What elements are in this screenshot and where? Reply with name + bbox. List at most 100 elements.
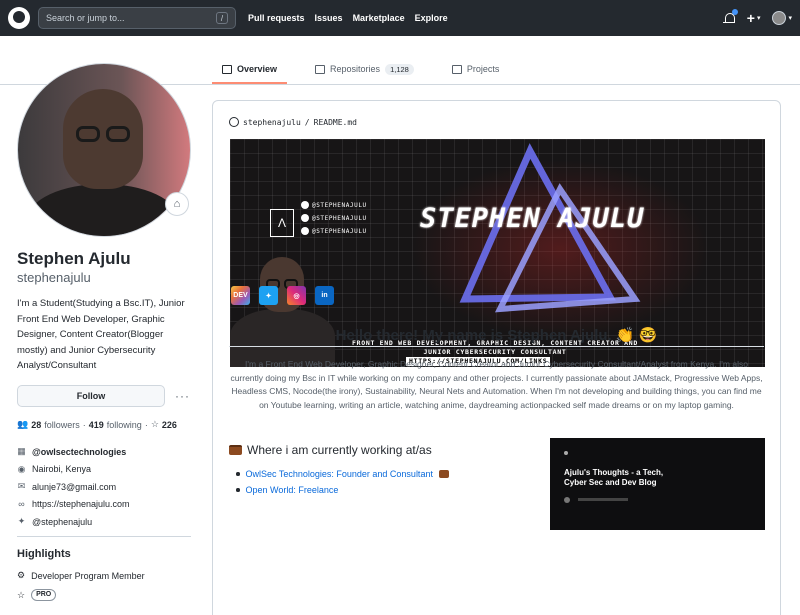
avatar-face-shape	[63, 89, 143, 189]
nav-pull-requests[interactable]: Pull requests	[248, 13, 305, 23]
tab-overview[interactable]: Overview	[212, 54, 288, 84]
notification-dot	[731, 8, 738, 15]
notifications-bell-icon[interactable]	[722, 8, 738, 25]
blog-author-avatar	[564, 497, 570, 503]
nav-issues[interactable]: Issues	[315, 13, 343, 23]
repo-icon	[315, 64, 326, 74]
tab-projects-label: Projects	[466, 64, 500, 74]
star-icon: ☆	[150, 419, 159, 429]
left-divider	[17, 536, 191, 537]
pro-badge: PRO	[31, 589, 57, 601]
search-placeholder: Search or jump to...	[46, 13, 125, 23]
banner-logo-icon: Λ	[270, 209, 294, 237]
instagram-icon	[301, 227, 309, 235]
blog-card-image[interactable]: Ajulu's Thoughts - a Tech, Cyber Sec and…	[550, 438, 765, 530]
work-item-owlsec[interactable]: OwlSec Technologies: Founder and Consult…	[246, 469, 433, 479]
mail-icon: ✉	[17, 481, 26, 492]
twitter-bird-icon: ✦	[17, 516, 26, 527]
facebook-icon	[301, 201, 309, 209]
path-separator: /	[304, 117, 310, 127]
bullet	[236, 488, 240, 492]
profile-email[interactable]: alunje73@gmail.com	[32, 482, 116, 492]
more-options-icon[interactable]: ···	[175, 389, 190, 403]
stars-count[interactable]: 226	[162, 420, 177, 430]
greeting-divider	[229, 346, 764, 347]
following-count[interactable]: 419	[89, 420, 104, 430]
highlight-pro: ☆ PRO	[17, 589, 57, 601]
project-icon	[451, 64, 462, 74]
readme-intro-paragraph: I'm a Front End Web Developer, Graphic D…	[230, 359, 763, 410]
highlights-heading: Highlights	[17, 548, 71, 560]
location-pin-icon: ◉	[17, 463, 26, 474]
readme-greeting: Hello there! My name is Stephen Ajulu. 👏…	[335, 327, 658, 344]
search-input[interactable]: Search or jump to... /	[38, 7, 236, 29]
twitter-icon	[301, 214, 309, 222]
nav-explore[interactable]: Explore	[415, 13, 448, 23]
create-new-button[interactable]: + ▾	[747, 10, 761, 26]
profile-avatar[interactable]	[17, 63, 191, 237]
chevron-down-icon: ▾	[756, 15, 761, 22]
work-heading: Where i am currently working at/as	[229, 443, 432, 457]
user-menu-button[interactable]: ▾	[772, 11, 792, 25]
work-heading-text: Where i am currently working at/as	[247, 443, 432, 457]
star-outline-icon: ☆	[17, 589, 26, 600]
blog-brand	[564, 451, 568, 455]
tab-repositories[interactable]: Repositories 1,128	[305, 54, 424, 84]
instagram-icon[interactable]: ◎	[287, 286, 306, 305]
profile-twitter[interactable]: @stephenajulu	[32, 517, 92, 527]
readme-path-file[interactable]: README.md	[314, 118, 357, 127]
tab-projects[interactable]: Projects	[442, 54, 510, 84]
bullet	[236, 472, 240, 476]
people-icon: 👥	[17, 419, 29, 429]
profile-org[interactable]: @owlsectechnologies	[32, 447, 126, 457]
link-icon: ∞	[18, 499, 25, 510]
organization-icon: ▦	[17, 446, 26, 457]
follow-button[interactable]: Follow	[17, 385, 165, 407]
blog-card-title: Ajulu's Thoughts - a Tech, Cyber Sec and…	[564, 468, 664, 487]
website-row: ∞ https://stephenajulu.com	[17, 499, 130, 511]
tab-repositories-label: Repositories	[330, 64, 381, 74]
linkedin-icon[interactable]: in	[315, 286, 334, 305]
avatar-glasses-right	[106, 126, 130, 142]
banner-socials: @STEPHENAJULU @STEPHENAJULU @STEPHENAJUL…	[301, 201, 367, 235]
followers-label[interactable]: followers	[44, 420, 80, 430]
banner-social-handle: @STEPHENAJULU	[312, 227, 367, 235]
banner-person-photo	[230, 251, 340, 367]
search-shortcut-key: /	[216, 12, 228, 24]
github-logo-icon[interactable]	[8, 7, 30, 29]
list-item: OwlSec Technologies: Founder and Consult…	[236, 469, 449, 479]
avatar-body-shape	[28, 184, 178, 236]
highlight-developer-program: ⚙ Developer Program Member	[17, 570, 145, 581]
profile-tabs: Overview Repositories 1,128 Projects	[212, 54, 509, 84]
following-label[interactable]: following	[107, 420, 142, 430]
profile-website[interactable]: https://stephenajulu.com	[32, 499, 130, 509]
follow-stats: 👥 28 followers · 419 following · ☆ 226	[17, 419, 177, 430]
profile-name: Stephen Ajulu	[17, 249, 131, 268]
chevron-down-icon: ▾	[788, 15, 792, 22]
readme-social-icons: DEV ✦ ◎ in	[231, 286, 334, 305]
org-row: ▦ @owlsectechnologies	[17, 446, 130, 458]
status-house-icon[interactable]: ⌂	[165, 192, 189, 216]
banner-name: STEPHEN AJULU	[420, 203, 645, 234]
nav-marketplace[interactable]: Marketplace	[353, 13, 405, 23]
profile-details: ▦ @owlsectechnologies ◉ Nairobi, Kenya ✉…	[17, 446, 130, 528]
briefcase-icon	[438, 470, 449, 478]
twitter-icon[interactable]: ✦	[259, 286, 278, 305]
banner-social-instagram: @STEPHENAJULU	[301, 227, 367, 235]
user-avatar	[772, 11, 787, 25]
plus-icon: +	[746, 10, 755, 26]
work-item-openworld[interactable]: Open World: Freelance	[246, 485, 339, 495]
email-row: ✉ alunje73@gmail.com	[17, 481, 130, 493]
work-list: OwlSec Technologies: Founder and Consult…	[236, 469, 449, 495]
dev-icon[interactable]: DEV	[231, 286, 250, 305]
top-navbar: Search or jump to... / Pull requests Iss…	[0, 0, 800, 36]
blog-author-line	[578, 498, 628, 501]
tab-overview-label: Overview	[237, 64, 278, 74]
readme-path-user[interactable]: stephenajulu	[243, 118, 301, 127]
avatar-glasses-left	[76, 126, 100, 142]
location-row: ◉ Nairobi, Kenya	[17, 464, 130, 476]
readme-path: stephenajulu / README.md	[229, 117, 357, 127]
followers-count[interactable]: 28	[31, 420, 41, 430]
banner-social-handle: @STEPHENAJULU	[312, 201, 367, 209]
highlight-developer-label[interactable]: Developer Program Member	[31, 571, 145, 581]
